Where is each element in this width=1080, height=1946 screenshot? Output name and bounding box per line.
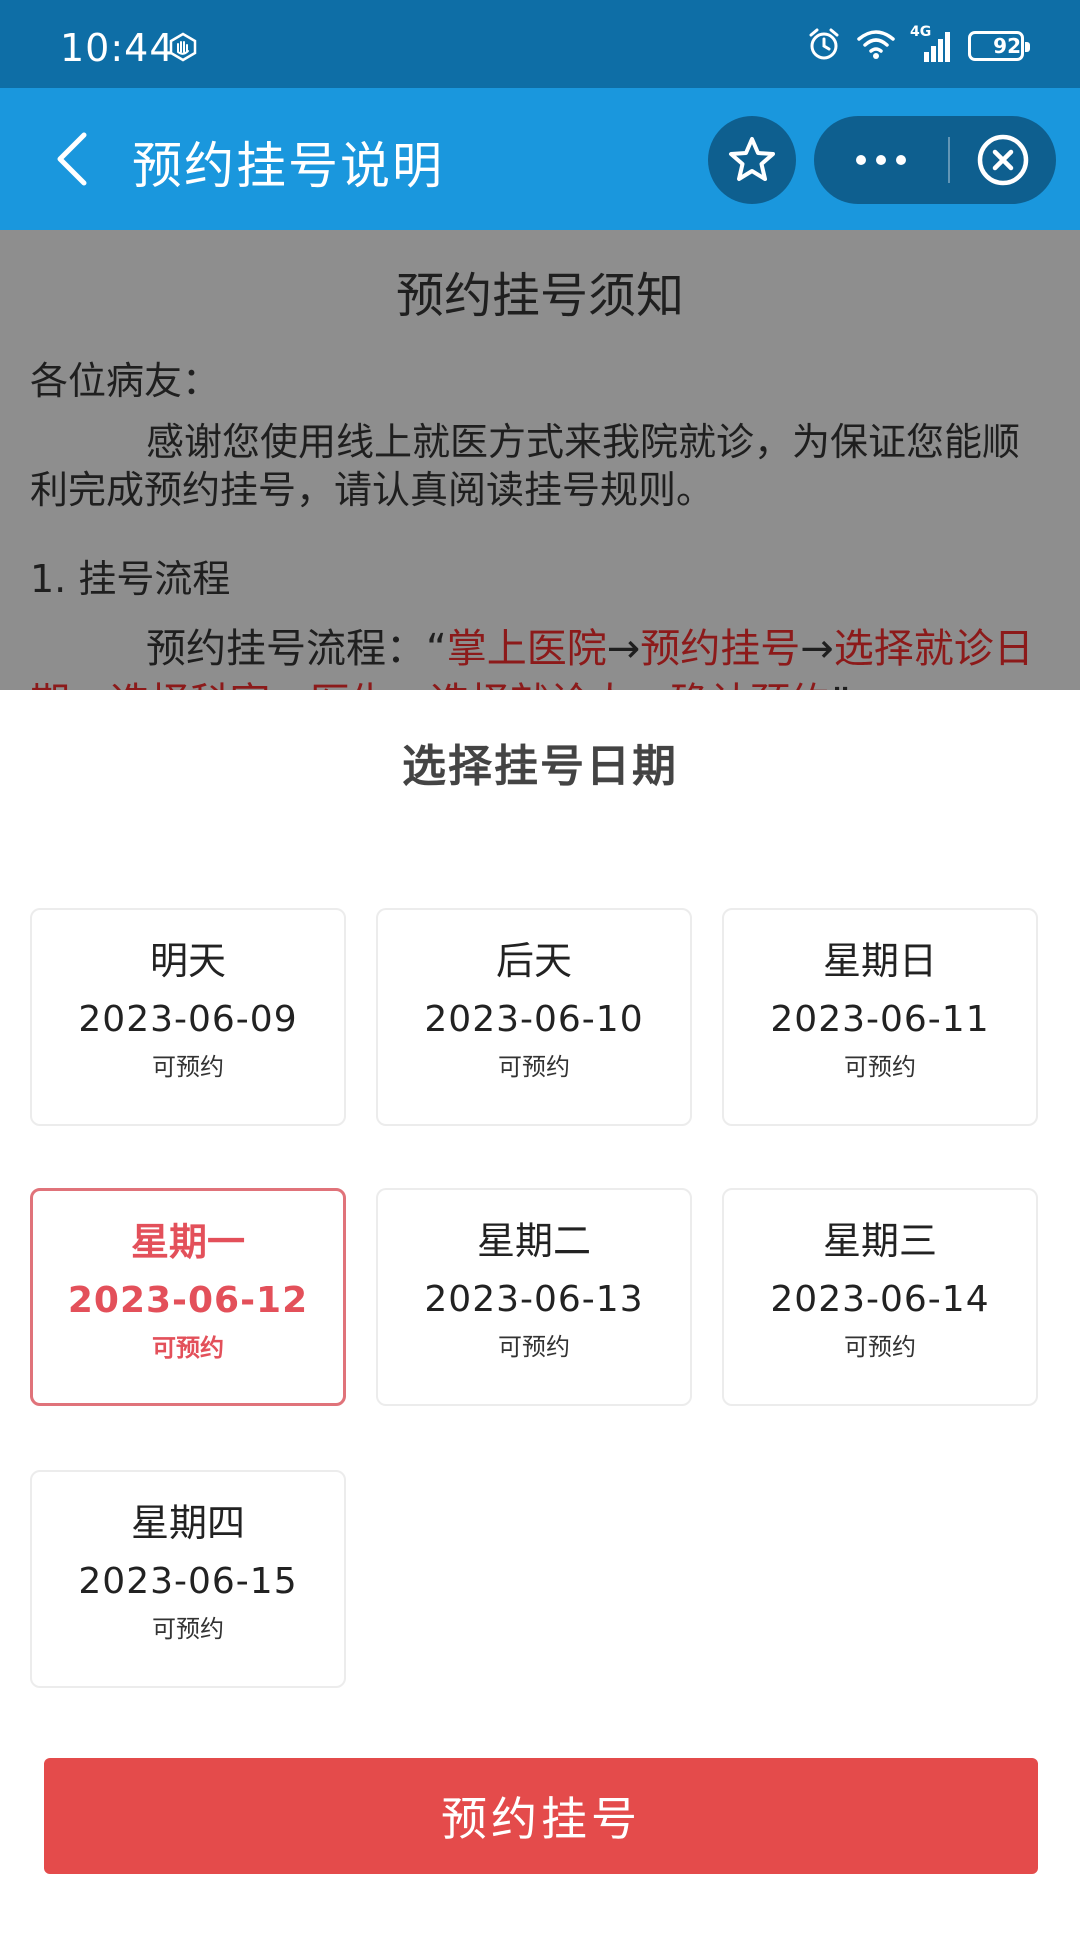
alarm-icon xyxy=(806,26,842,66)
date-status: 可预约 xyxy=(152,1053,224,1081)
date-status: 可预约 xyxy=(844,1053,916,1081)
date-day: 星期四 xyxy=(130,1501,245,1545)
book-appointment-button[interactable]: 预约挂号 xyxy=(44,1758,1038,1874)
status-time: 10:44 xyxy=(60,26,175,70)
date-day: 明天 xyxy=(149,939,226,983)
more-icon xyxy=(856,155,906,165)
process-step: 预约挂号 xyxy=(640,626,801,672)
date-card[interactable]: 星期四 2023-06-15 可预约 xyxy=(30,1470,346,1688)
date-day: 星期三 xyxy=(822,1219,937,1263)
date-picker-sheet: 选择挂号日期 明天 2023-06-09 可预约 后天 2023-06-10 可… xyxy=(0,690,1080,1946)
notice-heading: 1. 挂号流程 xyxy=(30,557,231,601)
page-title: 预约挂号说明 xyxy=(132,137,444,195)
date-status: 可预约 xyxy=(844,1333,916,1361)
process-suffix: ” xyxy=(830,680,851,690)
date-card[interactable]: 后天 2023-06-10 可预约 xyxy=(376,908,692,1126)
process-arrow: → xyxy=(606,626,641,672)
date-value: 2023-06-09 xyxy=(78,999,298,1040)
back-button[interactable] xyxy=(40,126,104,192)
process-step: 掌上医院 xyxy=(446,626,607,672)
date-value: 2023-06-11 xyxy=(770,999,990,1040)
date-value: 2023-06-15 xyxy=(78,1561,298,1602)
close-button[interactable] xyxy=(950,116,1056,204)
back-icon xyxy=(57,132,87,186)
more-button[interactable] xyxy=(814,116,948,204)
wifi-icon xyxy=(856,27,896,65)
date-day: 后天 xyxy=(495,939,572,983)
date-card[interactable]: 星期日 2023-06-11 可预约 xyxy=(722,908,1038,1126)
date-day: 星期二 xyxy=(476,1219,591,1263)
date-card[interactable]: 星期二 2023-06-13 可预约 xyxy=(376,1188,692,1406)
process-arrow: → xyxy=(800,626,834,672)
date-card[interactable]: 明天 2023-06-09 可预约 xyxy=(30,908,346,1126)
hand-icon xyxy=(168,32,198,62)
notice-paragraph: 感谢您使用线上就医方式来我院就诊，为保证您能顺利完成预约挂号，请认真阅读挂号规则… xyxy=(30,420,1021,512)
favorite-button[interactable] xyxy=(708,116,796,204)
status-icons: 4G 92 xyxy=(806,24,1030,66)
sheet-title: 选择挂号日期 xyxy=(402,741,678,792)
notice-title: 预约挂号须知 xyxy=(395,268,684,324)
notice-document: 预约挂号须知 各位病友： 感谢您使用线上就医方式来我院就诊，为保证您能顺利完成预… xyxy=(0,230,1080,690)
date-value: 2023-06-14 xyxy=(770,1279,990,1320)
star-icon xyxy=(729,137,775,181)
date-value: 2023-06-12 xyxy=(67,1280,309,1321)
date-value: 2023-06-10 xyxy=(424,999,644,1040)
date-status: 可预约 xyxy=(152,1334,224,1362)
date-value: 2023-06-13 xyxy=(424,1279,644,1320)
date-status: 可预约 xyxy=(498,1333,570,1361)
date-status: 可预约 xyxy=(152,1615,224,1643)
battery-level: 92 xyxy=(993,34,1021,58)
date-day: 星期日 xyxy=(822,939,937,983)
title-bar: 预约挂号说明 xyxy=(0,88,1080,230)
status-bar: 10:44 4G 92 xyxy=(0,0,1080,88)
menu-capsule xyxy=(814,116,1056,204)
signal-icon: 4G xyxy=(910,24,954,64)
date-card[interactable]: 星期三 2023-06-14 可预约 xyxy=(722,1188,1038,1406)
battery-icon: 92 xyxy=(968,31,1030,61)
process-prefix: 预约挂号流程：“ xyxy=(146,626,447,672)
date-status: 可预约 xyxy=(498,1053,570,1081)
date-card-selected[interactable]: 星期一 2023-06-12 可预约 xyxy=(30,1188,346,1406)
notice-process-paragraph: 预约挂号流程：“掌上医院→预约挂号→选择就诊日期、选择科室、医生、选择就诊人、确… xyxy=(30,622,1050,690)
close-icon xyxy=(977,134,1029,186)
date-day: 星期一 xyxy=(130,1220,245,1264)
notice-greeting: 各位病友： xyxy=(30,359,221,403)
